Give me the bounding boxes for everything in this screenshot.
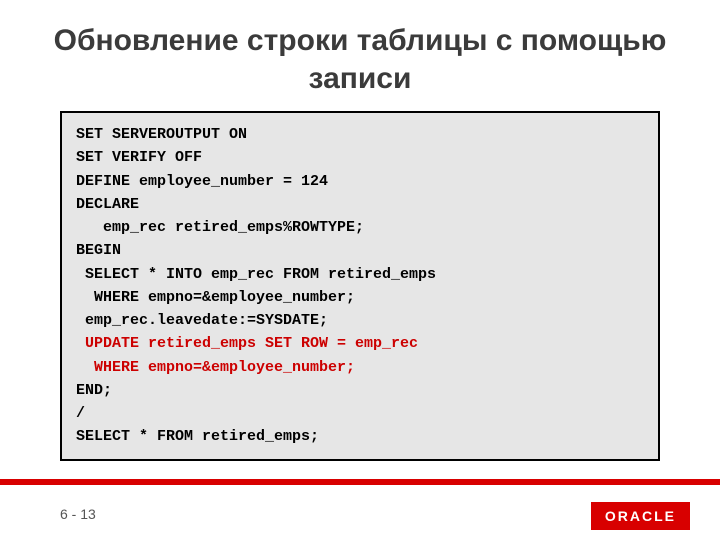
code-line: SELECT * FROM retired_emps; bbox=[76, 425, 644, 448]
code-line: / bbox=[76, 402, 644, 425]
code-line: SET SERVEROUTPUT ON bbox=[76, 123, 644, 146]
footer-divider bbox=[0, 479, 720, 485]
code-line: END; bbox=[76, 379, 644, 402]
code-line: WHERE empno=&employee_number; bbox=[76, 286, 644, 309]
oracle-logo: ORACLE bbox=[591, 502, 690, 530]
code-line: DEFINE employee_number = 124 bbox=[76, 170, 644, 193]
code-line-highlight: WHERE empno=&employee_number; bbox=[76, 356, 644, 379]
code-line-highlight: UPDATE retired_emps SET ROW = emp_rec bbox=[76, 332, 644, 355]
code-line: SET VERIFY OFF bbox=[76, 146, 644, 169]
code-line: BEGIN bbox=[76, 239, 644, 262]
code-line: emp_rec retired_emps%ROWTYPE; bbox=[76, 216, 644, 239]
code-line: emp_rec.leavedate:=SYSDATE; bbox=[76, 309, 644, 332]
code-block: SET SERVEROUTPUT ON SET VERIFY OFF DEFIN… bbox=[60, 111, 660, 461]
code-line: SELECT * INTO emp_rec FROM retired_emps bbox=[76, 263, 644, 286]
slide-number: 6 - 13 bbox=[60, 506, 96, 522]
slide-title: Обновление строки таблицы с помощью запи… bbox=[0, 0, 720, 111]
code-line: DECLARE bbox=[76, 193, 644, 216]
